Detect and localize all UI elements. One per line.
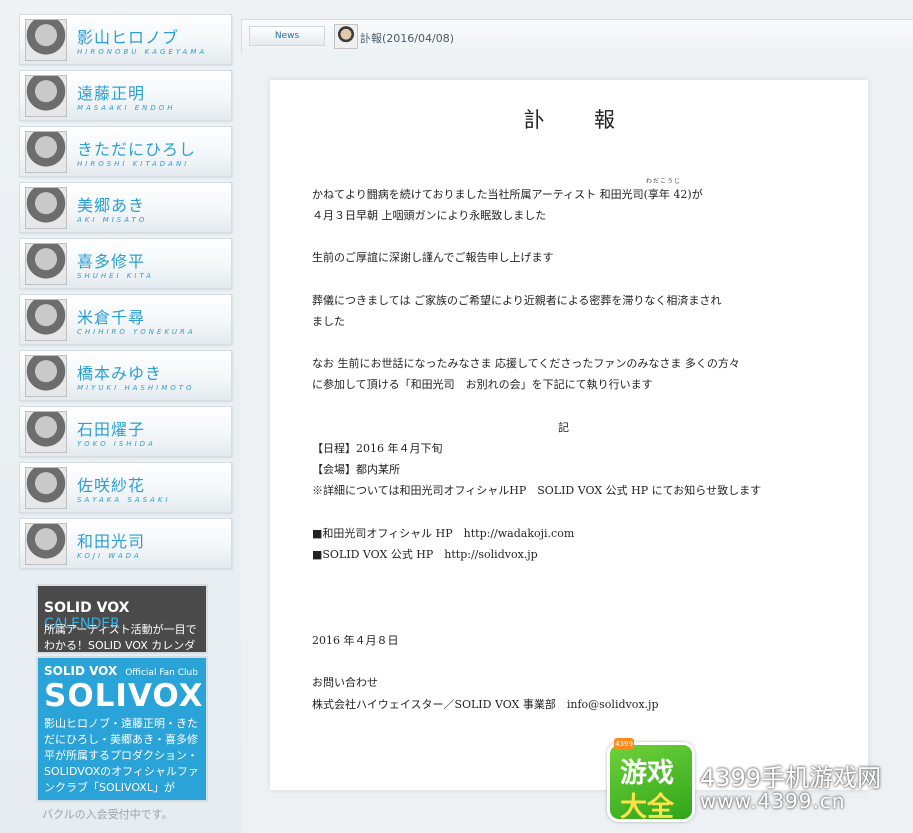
contact-line: 株式会社ハイウェイスター／SOLID VOX 事業部 info@solidvox… [312,698,659,711]
watermark-logo: 游戏 大全 [607,742,695,823]
doc-line: に参加して頂ける「和田光司 お別れの会」を下記にて執り行います [312,378,653,391]
doc-line: 葬儀につきましては ご家族のご希望により近親者による密葬を滞りなく相済まされ [312,294,722,307]
artist-photo [25,523,67,565]
doc-line: かねてより闘病を続けておりました当社所属アーティスト 和田光司(享年 42)が [312,188,703,201]
artist-name-en: HIRONOBU KAGEYAMA [77,48,208,56]
artist-photo [25,187,67,229]
doc-line: 生前のご厚誼に深謝し謹んでご報告申し上げます [312,251,554,264]
artist-name-jp: 和田光司 [77,532,146,551]
doc-line: お問い合わせ [312,676,378,689]
calendar-banner-text: 所属アーティスト活動が一目でわかる！SOLID VOX カレンダー！ [44,623,197,652]
artist-photo [25,19,67,61]
artist-name-jp: 喜多修平 [77,252,146,271]
notice-heading: 記 [558,421,569,434]
doc-date: 2016 年４月８日 [312,634,399,647]
artist-link-wada[interactable]: 和田光司 KOJI WADA [19,518,232,569]
article-avatar [334,24,358,49]
watermark-logo-line2: 大全 [620,792,674,823]
watermark-site-name: 4399手机游戏网 [700,764,882,792]
artist-name-jp: 米倉千尋 [77,308,146,327]
watermark-badge: 4399 [614,738,634,750]
artist-photo [25,131,67,173]
artist-name-jp: 石田燿子 [77,420,146,439]
doc-line: 【日程】2016 年４月下旬 [312,442,443,455]
fanclub-banner-tail: バクルの入会受付中です。 [42,808,173,821]
artist-name-en: MIYUKI HASHIMOTO [77,384,195,392]
artist-link-yonekura[interactable]: 米倉千尋 CHIHIRO YONEKURA [19,294,232,345]
artist-photo [25,243,67,285]
artist-photo [25,355,67,397]
artist-name-en: SAYAKA SASAKI [77,496,171,504]
doc-line: ました [312,315,345,328]
artist-name-jp: きただにひろし [77,140,197,159]
artist-name-jp: 橋本みゆき [77,364,163,383]
fanclub-sub-text: Official Fan Club [125,668,198,678]
artist-link-kageyama[interactable]: 影山ヒロノブ HIRONOBU KAGEYAMA [19,14,232,65]
fanclub-banner-text: 影山ヒロノブ・遠藤正明・きただにひろし・美郷あき・喜多修平が所属するプロダクショ… [44,717,199,794]
doc-line: ※詳細については和田光司オフィシャルHP SOLID VOX 公式 HP にてお… [312,484,762,497]
tab-news[interactable]: News [249,26,325,46]
artist-name-jp: 影山ヒロノブ [77,28,180,47]
name-ruby: わだこうじ [646,178,682,185]
artist-name-jp: 美郷あき [77,196,146,215]
artist-photo [25,411,67,453]
watermark-site-url: www.4399.cn [700,789,846,813]
artist-link-kita[interactable]: 喜多修平 SHUHEI KITA [19,238,232,289]
artist-name-en: HIROSHI KITADANI [77,160,190,168]
doc-line: ４月３日早朝 上咽頭ガンにより永眠致しました [312,209,547,222]
artist-name-en: CHIHIRO YONEKURA [77,328,196,336]
official-hp-link[interactable]: ■和田光司オフィシャル HP http://wadakoji.com [312,525,574,541]
doc-line: 【会場】都内某所 [312,463,400,476]
artist-name-en: SHUHEI KITA [77,272,154,280]
calendar-banner-brand: SOLID VOX [44,600,130,616]
artist-link-sasaki[interactable]: 佐咲紗花 SAYAKA SASAKI [19,462,232,513]
artist-photo [25,467,67,509]
artist-name-jp: 佐咲紗花 [77,476,146,495]
article-tab-title[interactable]: 訃報(2016/04/08) [360,30,454,46]
artist-link-misato[interactable]: 美郷あき AKI MISATO [19,182,232,233]
artist-photo [25,299,67,341]
artist-name-en: AKI MISATO [77,216,148,224]
fanclub-banner[interactable]: SOLID VOX Official Fan Club SOLIVOXL 影山ヒロ… [36,656,208,802]
solidvox-hp-link[interactable]: ■SOLID VOX 公式 HP http://solidvox.jp [312,546,538,562]
artist-name-jp: 遠藤正明 [77,84,146,103]
artist-name-en: KOJI WADA [77,552,142,560]
fanclub-logo: SOLIVOXL [44,678,208,714]
fanclub-banner-brand: SOLID VOX Official Fan Club [44,664,198,678]
artist-link-hashimoto[interactable]: 橋本みゆき MIYUKI HASHIMOTO [19,350,232,401]
calendar-banner[interactable]: SOLID VOX CALENDER 所属アーティスト活動が一目でわかる！SOL… [36,584,208,654]
artist-name-en: YOKO ISHIDA [77,440,156,448]
news-tab-bar: News 訃報(2016/04/08) [241,19,913,53]
document-title: 訃 報 [524,108,629,132]
doc-line: なお 生前にお世話になったみなさま 応援してくださったファンのみなさま 多くの方… [312,357,740,370]
artist-link-ishida[interactable]: 石田燿子 YOKO ISHIDA [19,406,232,457]
fanclub-brand-text: SOLID VOX [44,664,118,678]
